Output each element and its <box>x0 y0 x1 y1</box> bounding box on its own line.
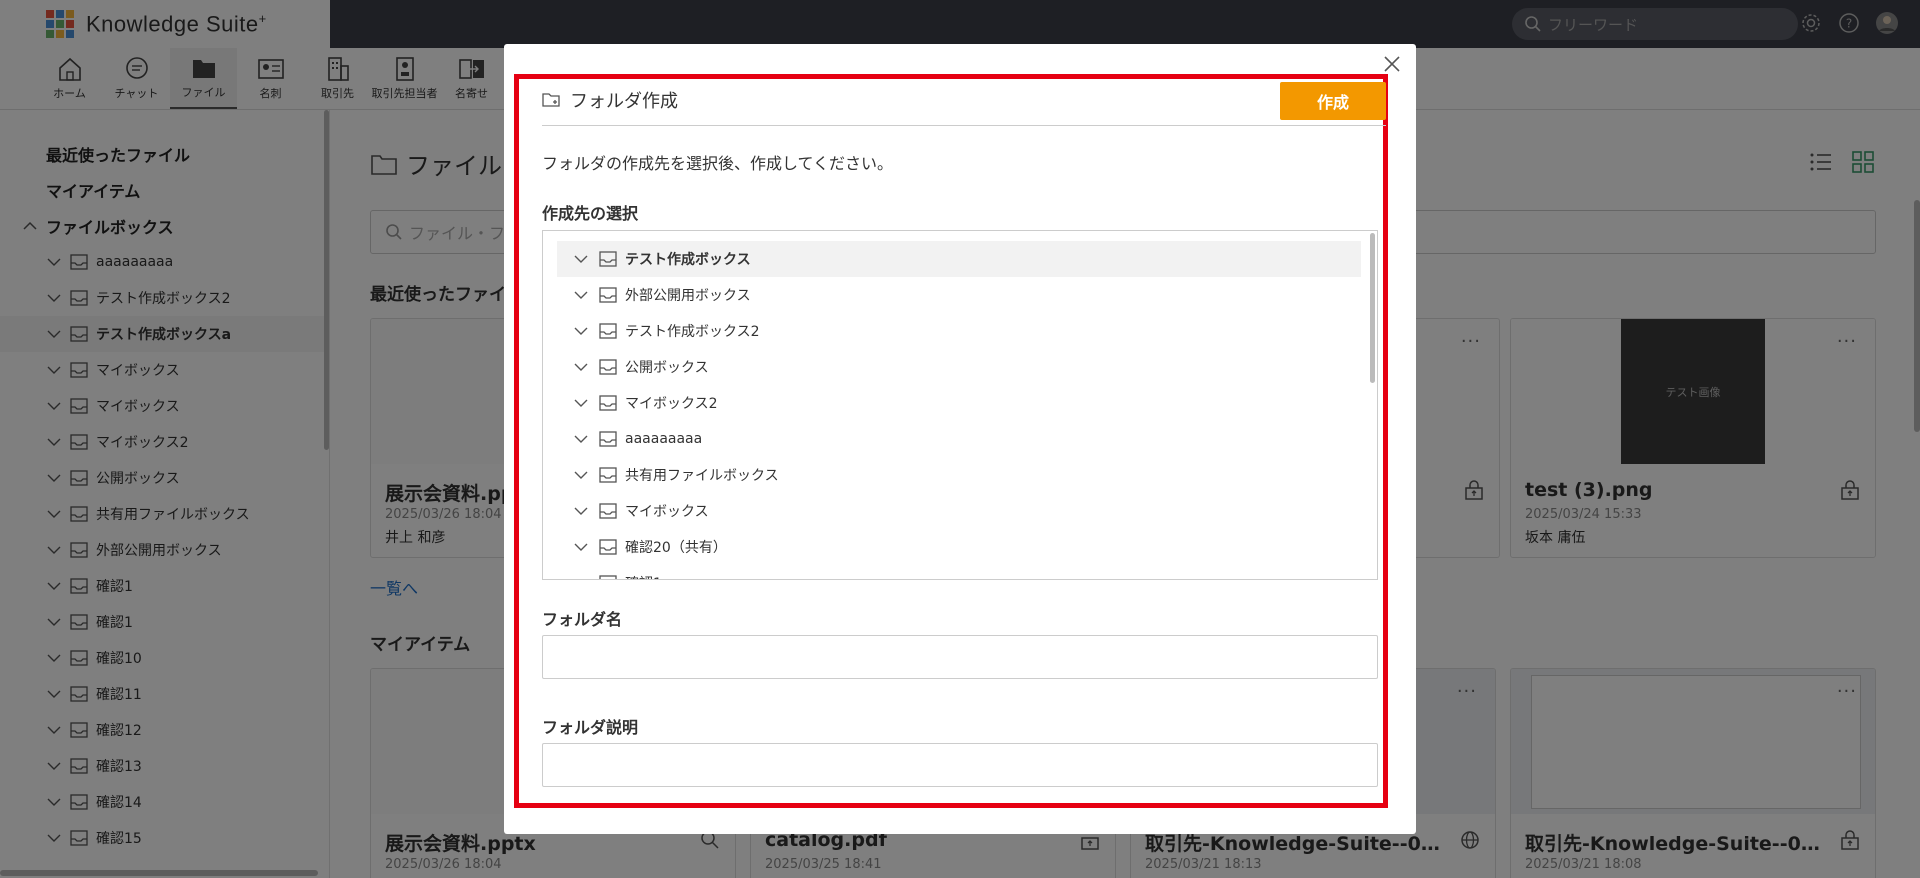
chevron-down-icon[interactable] <box>573 359 591 375</box>
box-icon <box>599 287 617 303</box>
box-icon <box>599 575 617 579</box>
folder-description-input[interactable] <box>542 743 1378 787</box>
folder-name-label: フォルダ名 <box>542 610 623 629</box>
dialog-title: フォルダ作成 <box>542 87 678 113</box>
tree-box-label: 共有用ファイルボックス <box>625 468 779 484</box>
tree-box-label: マイボックス2 <box>625 396 718 412</box>
close-icon[interactable] <box>1380 52 1404 76</box>
tree-box-label: テスト作成ボックス2 <box>625 324 760 340</box>
create-button[interactable]: 作成 <box>1280 82 1386 120</box>
box-icon <box>599 467 617 483</box>
chevron-down-icon[interactable] <box>573 251 591 267</box>
box-icon <box>599 251 617 267</box>
tree-box-item[interactable]: マイボックス2 <box>557 385 1361 421</box>
folder-description-label: フォルダ説明 <box>542 718 639 737</box>
chevron-down-icon[interactable] <box>573 539 591 555</box>
tree-box-item[interactable]: 外部公開用ボックス <box>557 277 1361 313</box>
tree-box-item[interactable]: 確認20（共有） <box>557 529 1361 565</box>
tree-box-label: 外部公開用ボックス <box>625 288 751 304</box>
create-folder-dialog: フォルダ作成 作成 フォルダの作成先を選択後、作成してください。 作成先の選択 … <box>504 44 1416 834</box>
tree-box-item[interactable]: 公開ボックス <box>557 349 1361 385</box>
tree-scrollbar[interactable] <box>1370 233 1375 383</box>
dialog-description: フォルダの作成先を選択後、作成してください。 <box>542 154 894 173</box>
tree-box-label: 確認1 <box>625 573 662 579</box>
box-icon <box>599 395 617 411</box>
folder-add-icon <box>542 92 560 107</box>
chevron-down-icon[interactable] <box>573 575 591 579</box>
chevron-down-icon[interactable] <box>573 503 591 519</box>
dialog-title-text: フォルダ作成 <box>570 90 678 112</box>
tree-box-item[interactable]: マイボックス <box>557 493 1361 529</box>
chevron-down-icon[interactable] <box>573 395 591 411</box>
box-icon <box>599 323 617 339</box>
tree-box-label: マイボックス <box>625 504 709 520</box>
tree-box-item[interactable]: aaaaaaaaa <box>557 421 1361 457</box>
destination-label: 作成先の選択 <box>542 204 639 223</box>
tree-box-label: 確認20（共有） <box>625 540 727 556</box>
chevron-down-icon[interactable] <box>573 431 591 447</box>
box-icon <box>599 503 617 519</box>
box-icon <box>599 431 617 447</box>
destination-tree[interactable]: テスト作成ボックス 外部公開用ボックス テスト作成ボックス2 公開ボックス マイボックス… <box>542 230 1378 580</box>
tree-box-item[interactable]: 共有用ファイルボックス <box>557 457 1361 493</box>
folder-name-input[interactable] <box>542 635 1378 679</box>
tree-box-label: テスト作成ボックス <box>625 252 751 268</box>
dialog-header: フォルダ作成 作成 <box>542 74 1386 126</box>
tree-box-item[interactable]: 確認1 <box>557 565 1361 579</box>
chevron-down-icon[interactable] <box>573 323 591 339</box>
chevron-down-icon[interactable] <box>573 467 591 483</box>
box-icon <box>599 359 617 375</box>
box-icon <box>599 539 617 555</box>
chevron-down-icon[interactable] <box>573 287 591 303</box>
tree-box-item[interactable]: テスト作成ボックス <box>557 241 1361 277</box>
tree-box-label: aaaaaaaaa <box>625 431 703 447</box>
tree-box-item[interactable]: テスト作成ボックス2 <box>557 313 1361 349</box>
tree-box-label: 公開ボックス <box>625 360 709 376</box>
